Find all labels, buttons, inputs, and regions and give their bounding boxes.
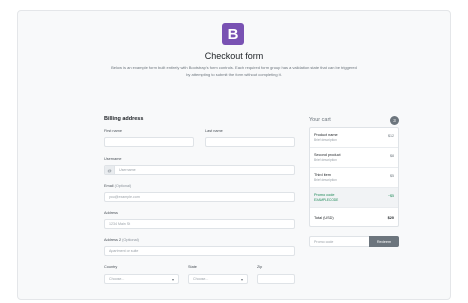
username-placeholder: Username — [119, 168, 136, 172]
country-label: Country — [104, 265, 118, 269]
state-label: State — [188, 265, 197, 269]
username-label: Username — [104, 157, 122, 161]
address2-placeholder: Apartment or suite — [109, 249, 139, 253]
promo-row: Promo code EXAMPLECODE −$5 — [310, 188, 398, 208]
username-input[interactable]: @ Username — [104, 165, 295, 175]
item-name: Product name — [314, 133, 338, 137]
last-name-input[interactable] — [205, 137, 295, 147]
at-sign-addon: @ — [105, 166, 115, 174]
email-optional: (Optional) — [114, 184, 132, 188]
state-value: Choose... — [193, 277, 209, 281]
cart-list: Product name Brief description $12 Secon… — [309, 127, 399, 227]
address-label: Address — [104, 211, 118, 215]
country-select[interactable]: Choose... ▾ — [104, 274, 179, 284]
address2-optional: (Optional) — [122, 238, 139, 242]
item-price: $5 — [390, 174, 394, 178]
email-input[interactable]: you@example.com — [104, 192, 295, 202]
chevron-down-icon: ▾ — [171, 276, 174, 282]
item-desc: Brief description — [314, 178, 337, 182]
state-select[interactable]: Choose... ▾ — [188, 274, 248, 284]
list-item: Product name Brief description $12 — [310, 128, 398, 148]
item-desc: Brief description — [314, 138, 337, 142]
first-name-input[interactable] — [104, 137, 194, 147]
item-name: Third item — [314, 173, 331, 177]
address2-input[interactable]: Apartment or suite — [104, 246, 295, 256]
zip-label: Zip — [257, 265, 263, 269]
promo-placeholder: Promo code — [314, 239, 334, 244]
item-desc: Brief description — [314, 158, 337, 162]
address2-label-row: Address 2 (Optional) — [104, 238, 139, 242]
address2-label: Address 2 — [104, 238, 122, 242]
country-value: Choose... — [109, 277, 125, 281]
cart-count-badge: 3 — [390, 116, 399, 125]
cart-total-row: Total (USD) $20 — [310, 208, 398, 228]
item-price: $8 — [390, 154, 394, 158]
email-label-row: Email (Optional) — [104, 184, 131, 188]
page-lead: Below is an example form built entirely … — [111, 65, 357, 77]
last-name-label: Last name — [205, 129, 223, 133]
email-placeholder: you@example.com — [109, 195, 140, 199]
first-name-label: First name — [104, 129, 122, 133]
bootstrap-logo: B — [222, 23, 244, 45]
list-item: Third item Brief description $5 — [310, 168, 398, 188]
address-placeholder: 1234 Main St — [109, 222, 131, 226]
promo-code-text: EXAMPLECODE — [314, 198, 339, 202]
promo-discount: −$5 — [387, 194, 394, 198]
total-label: Total (USD) — [314, 216, 334, 220]
item-price: $12 — [388, 134, 394, 138]
redeem-button[interactable]: Redeem — [369, 236, 399, 247]
chevron-down-icon: ▾ — [240, 276, 243, 282]
promo-name: Promo code — [314, 193, 335, 197]
promo-code-input[interactable]: Promo code — [309, 236, 370, 247]
total-value: $20 — [387, 216, 394, 220]
address-input[interactable]: 1234 Main St — [104, 219, 295, 229]
email-label: Email — [104, 184, 114, 188]
cart-heading: Your cart — [309, 117, 331, 123]
page-title: Checkout form — [204, 51, 264, 61]
billing-heading: Billing address — [104, 116, 144, 122]
list-item: Second product Brief description $8 — [310, 148, 398, 168]
zip-input[interactable] — [257, 274, 295, 284]
logo-letter: B — [227, 25, 239, 43]
item-name: Second product — [314, 153, 341, 157]
